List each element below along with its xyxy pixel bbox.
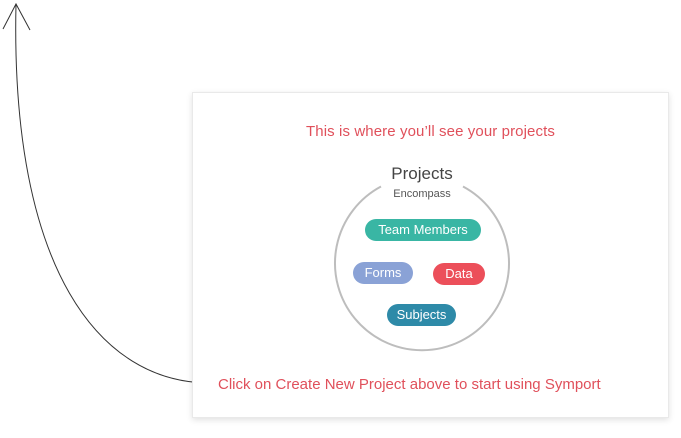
subjects-pill: Subjects [387, 304, 456, 326]
forms-pill: Forms [353, 262, 413, 284]
projects-title: Projects [391, 164, 453, 183]
arrow-head [2, 2, 31, 31]
empty-projects-card: This is where you’ll see your projects P… [192, 92, 669, 418]
projects-circle-diagram [334, 185, 510, 352]
data-pill: Data [433, 263, 485, 285]
create-project-hint: Click on Create New Project above to sta… [218, 376, 601, 393]
arrow-curve [15, 3, 211, 384]
projects-subtitle: Encompass [393, 188, 451, 200]
team-members-pill: Team Members [365, 219, 481, 241]
